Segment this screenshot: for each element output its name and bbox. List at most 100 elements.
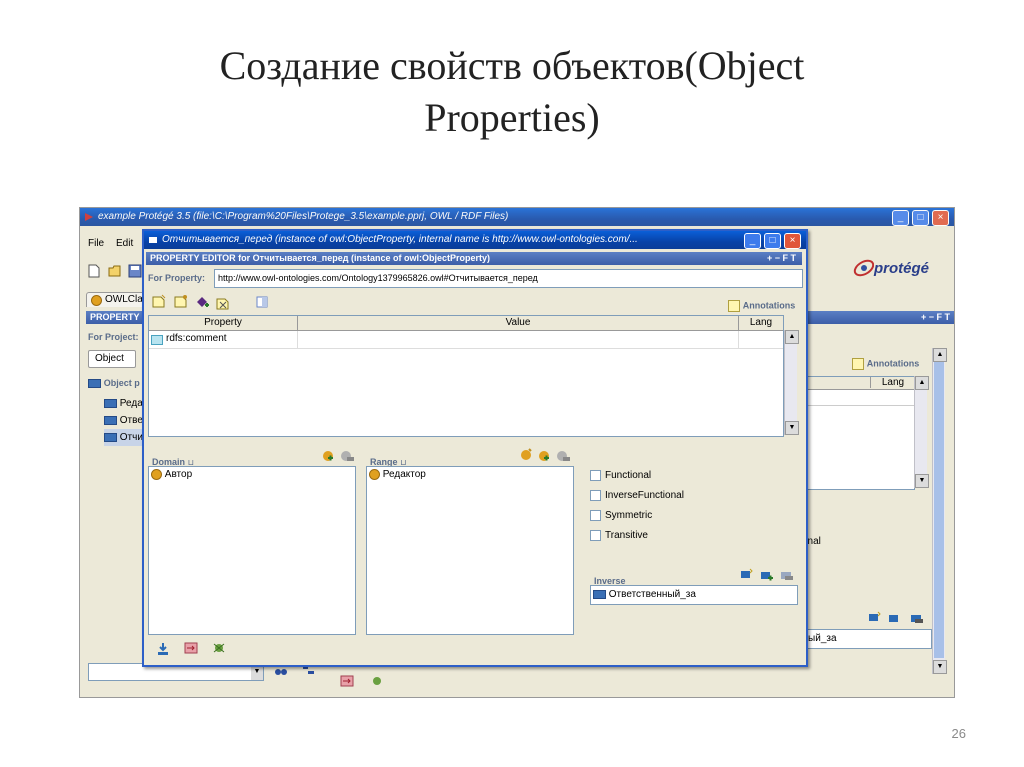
remove-range-class-icon[interactable] [556, 450, 570, 462]
domain-list: Автор [148, 466, 356, 635]
class-tab-icon [91, 295, 102, 306]
main-right-scrollbar[interactable]: ▲ ▼ [932, 348, 947, 674]
add-resource-icon[interactable] [196, 296, 210, 310]
column-header-property[interactable]: Property [149, 316, 298, 330]
tree-item-selected[interactable]: Отчи [104, 429, 143, 446]
editor-annotations-label: Annotations [742, 300, 796, 311]
main-right-header: + − F T [802, 311, 954, 324]
protege-logo-text: protégé [874, 260, 930, 277]
editor-remove-icon[interactable] [184, 642, 198, 654]
characteristics-checkboxes: Functional InverseFunctional Symmetric T… [590, 466, 684, 546]
add-inverse-icon[interactable] [760, 570, 774, 582]
inverse-field[interactable]: Ответственный_за [590, 585, 798, 605]
slide-title-line2: Properties) [424, 95, 600, 140]
editor-header-title: PROPERTY EDITOR for Отчитывается_перед (… [150, 253, 490, 263]
class-icon [151, 469, 162, 480]
main-tree-header-label: Object p [103, 378, 140, 388]
menu-edit[interactable]: Edit [116, 238, 133, 249]
save-icon[interactable] [128, 264, 142, 278]
row-property: rdfs:comment [166, 333, 227, 344]
main-tree-header: Object p [88, 378, 140, 389]
range-list: Редактор [366, 466, 574, 635]
slide-title-line1: Создание свойств объектов(Object [219, 43, 805, 88]
subtab-object[interactable]: Object [88, 350, 136, 368]
add-domain-class-icon[interactable] [322, 450, 334, 462]
menu-file[interactable]: File [88, 238, 104, 249]
main-window-titlebar[interactable]: example Protégé 3.5 (file:\C:\Program%20… [80, 208, 954, 226]
for-property-value: http://www.owl-ontologies.com/Ontology13… [218, 273, 538, 283]
page-number: 26 [951, 726, 966, 741]
main-annotations-table: Lang [805, 376, 915, 490]
main-window-title: example Protégé 3.5 (file:\C:\Program%20… [98, 211, 509, 222]
main-add-inverse-icon[interactable] [868, 611, 882, 623]
import-icon[interactable] [156, 642, 170, 656]
main-for-project-label: For Project: [88, 332, 139, 342]
main-close-button[interactable]: × [932, 210, 949, 226]
inverse-functional-checkbox[interactable]: InverseFunctional [590, 486, 684, 506]
protege-logo: protégé [852, 256, 952, 282]
editor-titlebar[interactable]: Отчитывается_перед (instance of owl:Obje… [144, 231, 806, 249]
main-remove-icon[interactable] [340, 675, 354, 687]
app-icon [84, 212, 94, 222]
for-property-field[interactable]: http://www.owl-ontologies.com/Ontology13… [214, 269, 803, 288]
main-remove-inverse-icon[interactable] [910, 613, 924, 625]
add-range-class-icon[interactable] [538, 450, 550, 462]
list-item[interactable]: Редактор [367, 467, 573, 482]
annotations-table-header: Property Value Lang [149, 316, 783, 331]
annotations-scrollbar[interactable]: ▲ ▼ [784, 330, 799, 435]
symmetric-checkbox[interactable]: Symmetric [590, 506, 684, 526]
tree-item[interactable]: Отве [104, 412, 143, 429]
slide-title: Создание свойств объектов(Object Propert… [0, 40, 1024, 144]
protege-screenshot: example Protégé 3.5 (file:\C:\Program%20… [79, 207, 955, 698]
annotations-table: Property Value Lang rdfs:comment [148, 315, 784, 437]
main-debug-icon[interactable] [370, 675, 384, 687]
main-property-tree: Реда Отве Отчи [104, 395, 143, 446]
editor-title: Отчитывается_перед (instance of owl:Obje… [162, 234, 638, 245]
add-annotation-icon[interactable] [174, 294, 188, 308]
editor-debug-icon[interactable] [212, 642, 226, 654]
editor-app-icon [148, 235, 158, 245]
main-maximize-button[interactable]: □ [912, 210, 929, 226]
range-item-label: Редактор [382, 469, 426, 481]
transitive-checkbox[interactable]: Transitive [590, 526, 684, 546]
editor-maximize-button[interactable]: □ [764, 233, 781, 249]
table-row[interactable]: rdfs:comment [149, 331, 783, 349]
editor-header-controls[interactable]: + − F T [767, 252, 796, 265]
main-inverse-field[interactable]: нный_за [792, 629, 932, 649]
editor-close-button[interactable]: × [784, 233, 801, 249]
view-icon[interactable] [256, 296, 268, 308]
subtab-object-label: Object [95, 353, 124, 364]
main-property-browser-header: PROPERTY B [86, 311, 148, 324]
create-annotation-icon[interactable] [152, 294, 166, 308]
remove-domain-class-icon[interactable] [340, 450, 354, 462]
column-header-lang[interactable]: Lang [739, 316, 783, 330]
main-property-browser-title: PROPERTY B [90, 312, 148, 322]
functional-checkbox[interactable]: Functional [590, 466, 684, 486]
editor-minimize-button[interactable]: _ [744, 233, 761, 249]
main-annotations: Annotations [852, 358, 919, 370]
tree-item[interactable]: Реда [104, 395, 143, 412]
annotations-note-icon [728, 300, 740, 312]
main-minimize-button[interactable]: _ [892, 210, 909, 226]
main-annotations-label: Annotations [866, 358, 920, 369]
tab-owl-classes-label: OWLCla [105, 294, 143, 305]
remove-inverse-icon[interactable] [780, 570, 794, 582]
domain-item-label: Автор [164, 469, 193, 481]
main-create-inverse-icon[interactable] [888, 613, 902, 625]
column-header-value[interactable]: Value [298, 316, 739, 330]
property-icon [151, 335, 163, 345]
inverse-property-icon [593, 589, 606, 599]
main-header-controls[interactable]: + − F T [921, 312, 950, 322]
create-range-icon[interactable] [520, 448, 532, 460]
main-lang-header: Lang [870, 377, 915, 388]
new-file-icon[interactable] [88, 264, 100, 278]
main-annotations-scrollbar[interactable]: ▲ ▼ [914, 376, 929, 488]
create-inverse-icon[interactable] [740, 568, 754, 580]
delete-annotation-icon[interactable] [216, 296, 230, 310]
list-item[interactable]: Автор [149, 467, 355, 482]
property-editor-dialog: Отчитывается_перед (instance of owl:Obje… [142, 229, 808, 667]
for-property-label: For Property: [148, 273, 206, 283]
class-icon [369, 469, 380, 480]
editor-header-bar: PROPERTY EDITOR for Отчитывается_перед (… [146, 252, 802, 265]
open-folder-icon[interactable] [108, 264, 122, 278]
